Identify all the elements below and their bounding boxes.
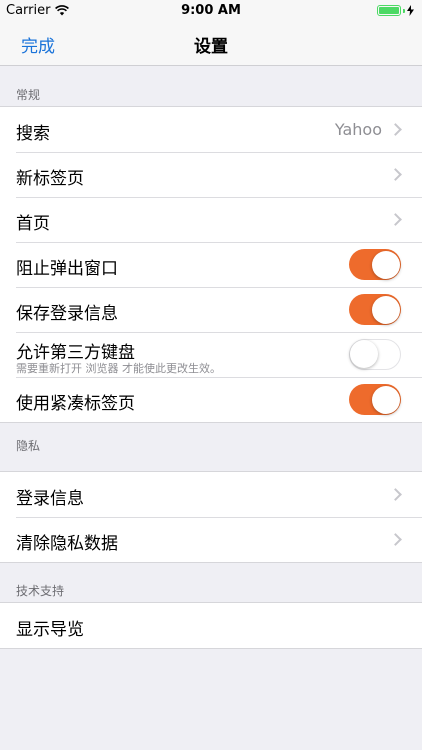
privacy-settings-group: 登录信息 清除隐私数据 [0, 471, 422, 563]
compact-tabs-row: 使用紧凑标签页 [0, 377, 422, 422]
save-logins-toggle[interactable] [349, 294, 401, 325]
block-popups-label: 阻止弹出窗口 [16, 259, 118, 279]
toggle-knob [350, 340, 378, 368]
logins-label: 登录信息 [16, 489, 84, 509]
charging-bolt-icon [407, 5, 414, 16]
chevron-right-icon [389, 123, 402, 136]
third-party-keyboard-toggle[interactable] [349, 339, 401, 370]
new-tab-row[interactable]: 新标签页 [0, 152, 422, 197]
battery-fill [379, 7, 399, 14]
battery-tip [403, 8, 405, 13]
home-label: 首页 [16, 214, 50, 234]
show-tour-row[interactable]: 显示导览 [0, 603, 422, 648]
new-tab-label: 新标签页 [16, 169, 84, 189]
logins-row[interactable]: 登录信息 [0, 472, 422, 517]
chevron-right-icon [389, 533, 402, 546]
compact-tabs-label: 使用紧凑标签页 [16, 394, 135, 414]
third-party-keyboard-row: 允许第三方键盘 需要重新打开 浏览器 才能使此更改生效。 [0, 332, 422, 377]
status-bar: Carrier 9:00 AM [0, 0, 422, 22]
toggle-knob [371, 250, 400, 279]
chevron-right-icon [389, 488, 402, 501]
section-header-privacy: 隐私 [16, 439, 41, 453]
save-logins-label: 保存登录信息 [16, 304, 118, 324]
section-header-support: 技术支持 [16, 584, 65, 598]
chevron-right-icon [389, 168, 402, 181]
save-logins-row: 保存登录信息 [0, 287, 422, 332]
clear-private-data-row[interactable]: 清除隐私数据 [0, 517, 422, 562]
battery-icon [377, 5, 401, 16]
search-engine-row[interactable]: 搜索 Yahoo [0, 107, 422, 152]
section-header-general: 常规 [16, 88, 41, 102]
third-party-keyboard-note: 需要重新打开 浏览器 才能使此更改生效。 [16, 362, 221, 375]
clear-private-data-label: 清除隐私数据 [16, 534, 118, 554]
toggle-knob [371, 385, 400, 414]
battery-indicator [377, 5, 414, 16]
home-page-row[interactable]: 首页 [0, 197, 422, 242]
chevron-right-icon [389, 213, 402, 226]
search-label: 搜索 [16, 124, 50, 144]
search-value: Yahoo [334, 120, 382, 139]
block-popups-toggle[interactable] [349, 249, 401, 280]
compact-tabs-toggle[interactable] [349, 384, 401, 415]
toggle-knob [371, 295, 400, 324]
status-time: 9:00 AM [181, 3, 241, 18]
general-settings-group: 搜索 Yahoo 新标签页 首页 阻止弹出窗口 保存登录信息 允许第三方键盘 需… [0, 106, 422, 423]
page-title: 设置 [194, 37, 228, 57]
navigation-bar: 完成 设置 [0, 22, 422, 66]
show-tour-label: 显示导览 [16, 620, 84, 640]
support-settings-group: 显示导览 [0, 602, 422, 649]
block-popups-row: 阻止弹出窗口 [0, 242, 422, 287]
